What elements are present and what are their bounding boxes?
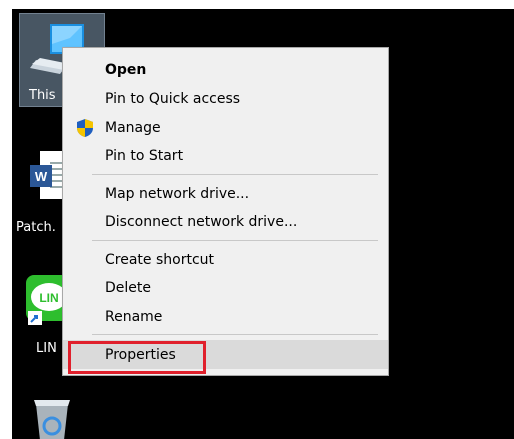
menu-item-label: Rename: [105, 308, 163, 325]
desktop-icon-recycle-bin[interactable]: [30, 396, 80, 439]
menu-item-pin-to-quick-access[interactable]: Pin to Quick access: [63, 85, 388, 112]
menu-item-label: Manage: [105, 119, 161, 136]
line-badge: LIN: [39, 291, 58, 305]
desktop-icon-label: This: [29, 88, 56, 103]
menu-item-disconnect-network-drive[interactable]: Disconnect network drive...: [63, 208, 388, 235]
menu-item-label: Disconnect network drive...: [105, 213, 298, 230]
menu-item-label: Create shortcut: [105, 251, 215, 268]
properties-highlight-box: [68, 341, 206, 374]
menu-separator: [92, 334, 378, 335]
recycle-bin-icon: [34, 400, 70, 439]
context-menu: Open Pin to Quick access Manage Pin to S…: [62, 47, 389, 376]
menu-separator: [92, 240, 378, 241]
menu-item-manage[interactable]: Manage: [63, 114, 388, 141]
menu-item-label: Map network drive...: [105, 185, 250, 202]
menu-separator: [92, 174, 378, 175]
shield-icon: [77, 119, 93, 137]
menu-item-label: Pin to Start: [105, 147, 184, 164]
menu-item-delete[interactable]: Delete: [63, 274, 388, 301]
menu-item-label: Delete: [105, 279, 151, 296]
menu-item-map-network-drive[interactable]: Map network drive...: [63, 180, 388, 207]
menu-item-create-shortcut[interactable]: Create shortcut: [63, 246, 388, 273]
desktop-icon-label: LIN: [36, 341, 57, 356]
menu-item-rename[interactable]: Rename: [63, 303, 388, 330]
menu-item-label: Pin to Quick access: [105, 90, 241, 107]
desktop-icon-label: Patch.: [16, 220, 56, 235]
menu-item-pin-to-start[interactable]: Pin to Start: [63, 142, 388, 169]
menu-item-label: Open: [105, 61, 147, 78]
menu-item-open[interactable]: Open: [63, 56, 388, 83]
word-badge: W: [35, 169, 48, 184]
